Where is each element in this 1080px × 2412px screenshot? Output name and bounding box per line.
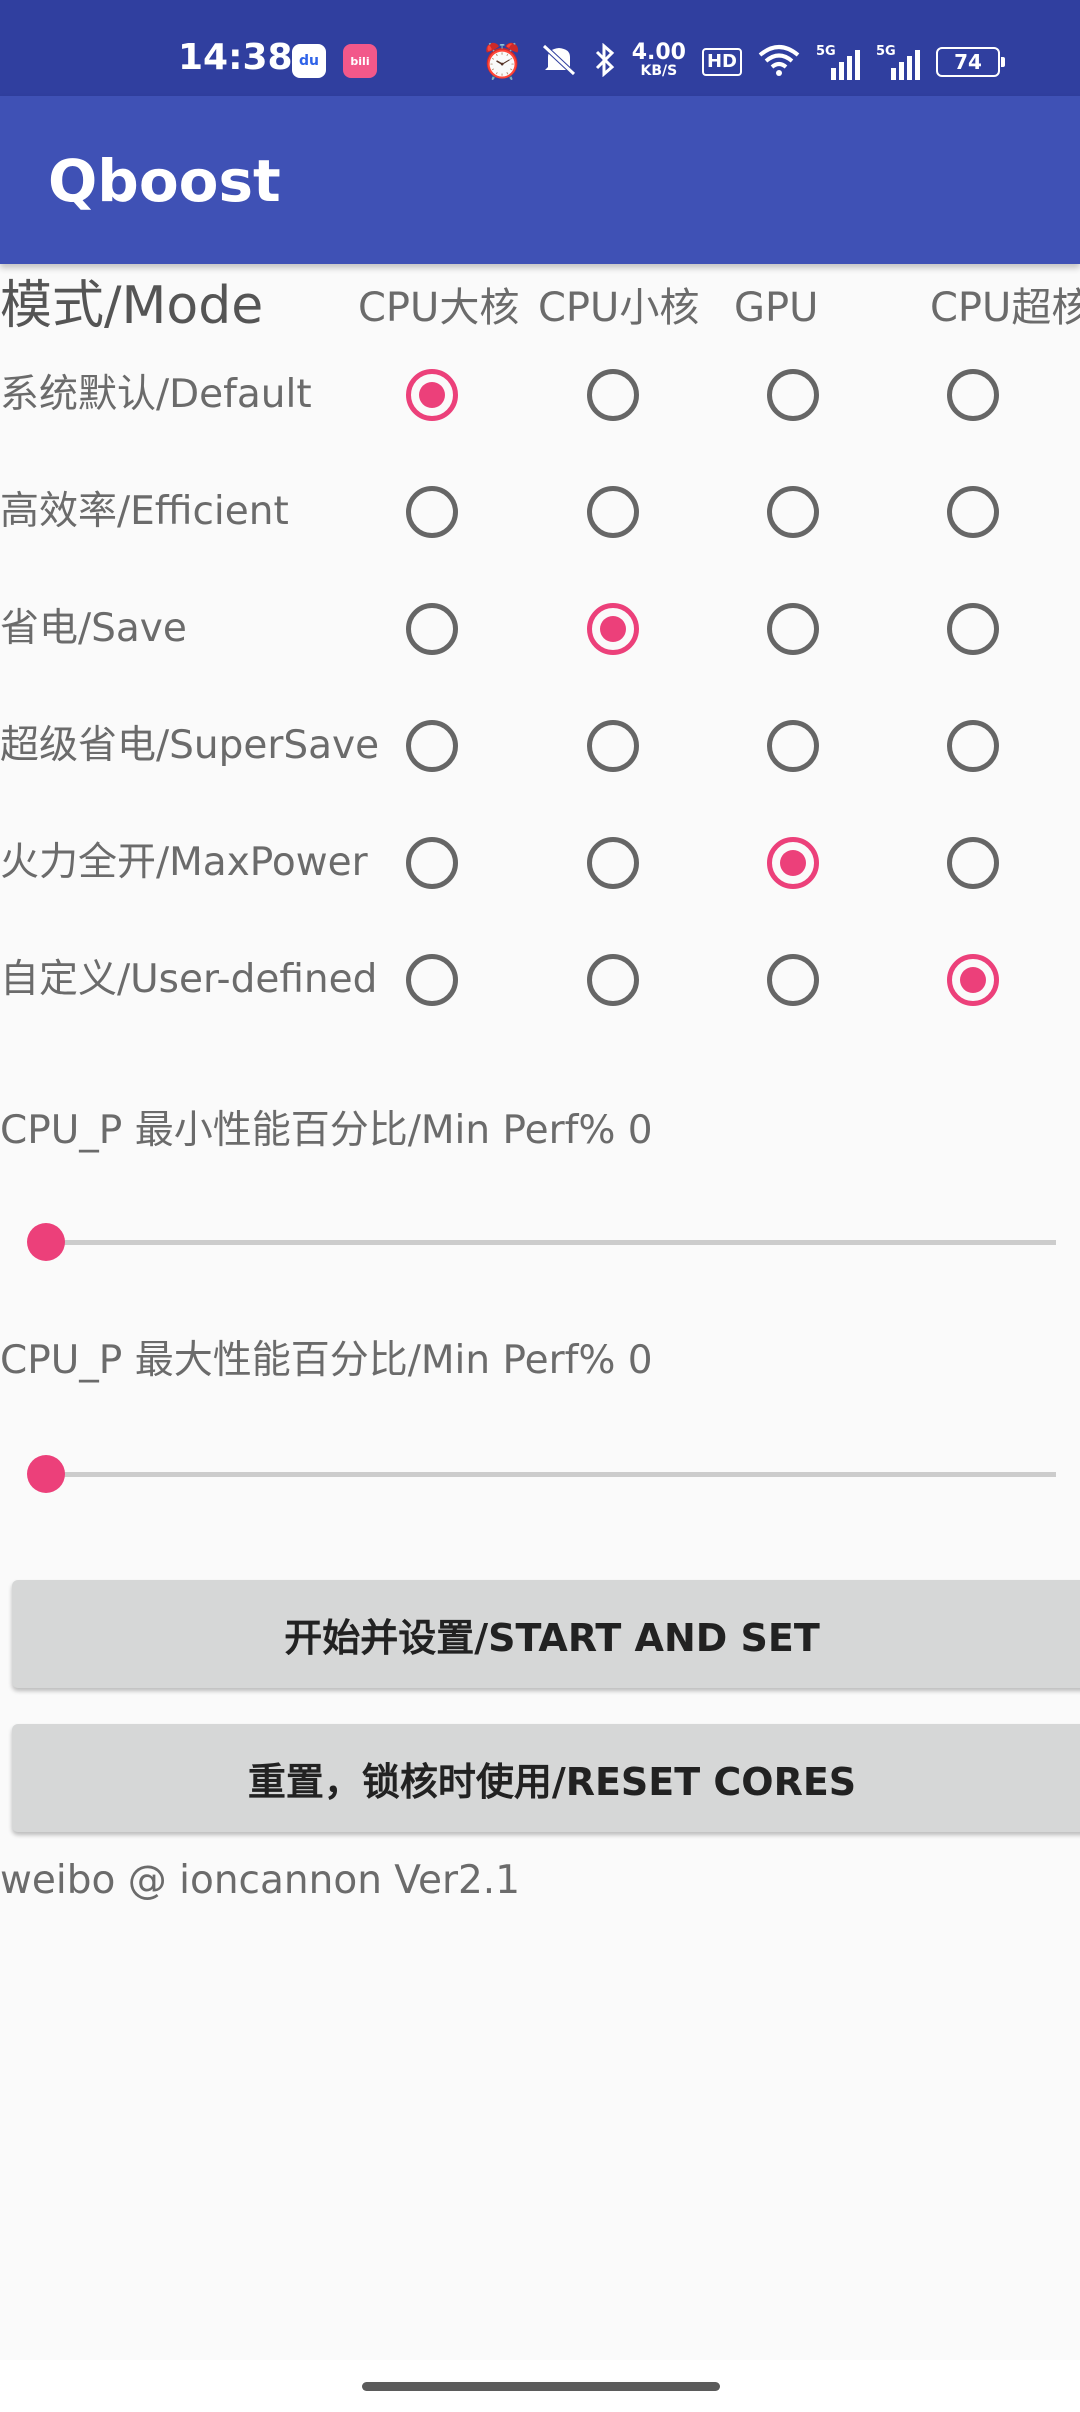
radio-supersave-cpu-big[interactable]	[406, 720, 458, 772]
min-perf-label: CPU_P 最小性能百分比/Min Perf% 0	[0, 1108, 653, 1153]
column-header-cpu-big: CPU大核	[358, 285, 520, 331]
max-perf-label: CPU_P 最大性能百分比/Min Perf% 0	[0, 1338, 653, 1383]
radio-default-cpu-big[interactable]	[406, 369, 458, 421]
start-and-set-button[interactable]: 开始并设置/START AND SET	[12, 1580, 1080, 1688]
app-title: Qboost	[48, 147, 281, 215]
column-header-cpu-little: CPU小核	[538, 285, 700, 331]
max-perf-thumb[interactable]	[27, 1455, 65, 1493]
radio-save-gpu[interactable]	[767, 603, 819, 655]
reset-cores-label: 重置，锁核时使用/RESET CORES	[247, 1759, 857, 1804]
radio-default-cpu-little[interactable]	[587, 369, 639, 421]
radio-efficient-cpu-big[interactable]	[406, 486, 458, 538]
navigation-bar	[0, 2360, 1080, 2412]
radio-save-cpu-big[interactable]	[406, 603, 458, 655]
min-perf-thumb[interactable]	[27, 1223, 65, 1261]
home-gesture-pill[interactable]	[362, 2382, 720, 2391]
radio-efficient-gpu[interactable]	[767, 486, 819, 538]
mode-title: 模式/Mode	[0, 276, 264, 336]
radio-supersave-gpu[interactable]	[767, 720, 819, 772]
radio-default-gpu[interactable]	[767, 369, 819, 421]
radio-user-defined-cpu-prime[interactable]	[947, 954, 999, 1006]
row-label-save: 省电/Save	[0, 606, 187, 651]
min-perf-track	[46, 1240, 1056, 1245]
network-speed-value: 4.00	[631, 40, 686, 65]
mode-grid-header: 模式/Mode CPU大核 CPU小核 GPU CPU超核	[0, 262, 1080, 352]
column-header-cpu-prime: CPU超核	[930, 285, 1080, 331]
row-label-efficient: 高效率/Efficient	[0, 489, 289, 534]
network-speed-unit: KB/S	[640, 63, 678, 79]
radio-save-cpu-little[interactable]	[587, 603, 639, 655]
start-and-set-label: 开始并设置/START AND SET	[284, 1615, 820, 1660]
radio-user-defined-gpu[interactable]	[767, 954, 819, 1006]
radio-maxpower-gpu[interactable]	[767, 837, 819, 889]
max-perf-slider[interactable]	[27, 1454, 1056, 1494]
app-bar: Qboost	[0, 96, 1080, 264]
hd-icon: HD	[701, 48, 742, 76]
status-icons: ⏰ 4.00 KB/S HD 5G 5G 74	[481, 40, 1005, 84]
mute-icon	[540, 43, 578, 81]
alarm-icon: ⏰	[481, 42, 524, 82]
radio-maxpower-cpu-little[interactable]	[587, 837, 639, 889]
radio-efficient-cpu-little[interactable]	[587, 486, 639, 538]
column-header-gpu: GPU	[734, 285, 819, 331]
footer-credit: weibo @ ioncannon Ver2.1	[0, 1858, 521, 1903]
radio-efficient-cpu-prime[interactable]	[947, 486, 999, 538]
bluetooth-icon	[594, 42, 616, 81]
radio-user-defined-cpu-little[interactable]	[587, 954, 639, 1006]
radio-supersave-cpu-little[interactable]	[587, 720, 639, 772]
row-label-default: 系统默认/Default	[0, 372, 312, 417]
status-bar: 14:38 du bili ⏰ 4.00 KB/S HD 5G 5G 74	[0, 0, 1080, 96]
radio-save-cpu-prime[interactable]	[947, 603, 999, 655]
radio-maxpower-cpu-big[interactable]	[406, 837, 458, 889]
bilibili-icon: bili	[343, 44, 377, 78]
wifi-icon	[758, 43, 800, 81]
row-label-maxpower: 火力全开/MaxPower	[0, 840, 368, 885]
radio-default-cpu-prime[interactable]	[947, 369, 999, 421]
radio-maxpower-cpu-prime[interactable]	[947, 837, 999, 889]
network-speed: 4.00 KB/S	[631, 40, 686, 80]
min-perf-slider[interactable]	[27, 1222, 1056, 1262]
status-time: 14:38	[178, 37, 293, 78]
radio-user-defined-cpu-big[interactable]	[406, 954, 458, 1006]
signal-5g-icon: 5G	[876, 44, 920, 80]
baidu-icon: du	[292, 44, 326, 78]
battery-level: 74	[954, 50, 982, 74]
max-perf-track	[46, 1472, 1056, 1477]
row-label-user-defined: 自定义/User-defined	[0, 957, 378, 1002]
row-label-supersave: 超级省电/SuperSave	[0, 723, 380, 768]
signal-5g-icon: 5G	[816, 44, 860, 80]
battery-icon: 74	[936, 47, 1005, 77]
radio-supersave-cpu-prime[interactable]	[947, 720, 999, 772]
reset-cores-button[interactable]: 重置，锁核时使用/RESET CORES	[12, 1724, 1080, 1832]
